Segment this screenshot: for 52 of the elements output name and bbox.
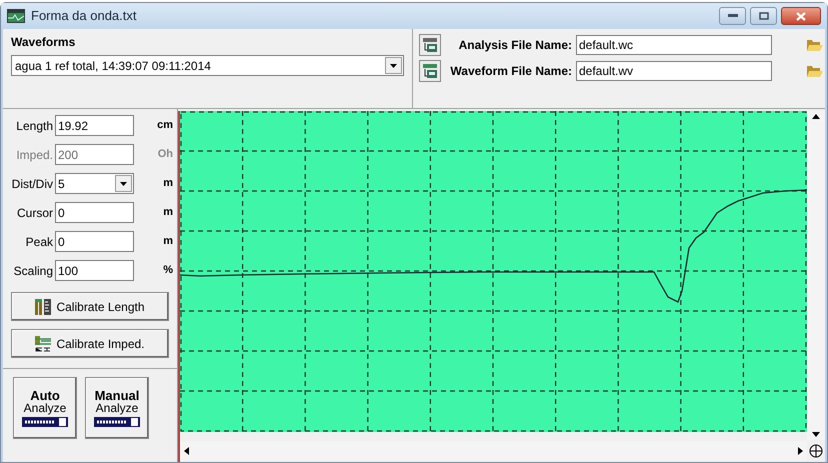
param-dropdown[interactable]: 5 — [55, 173, 134, 194]
unit-label: cm — [156, 118, 173, 134]
file-name-field[interactable]: default.wv — [576, 61, 772, 81]
horizontal-scrollbar[interactable] — [180, 441, 807, 461]
file-name-label: Analysis File Name: — [458, 37, 573, 54]
calibrate-button[interactable]: Calibrate Length — [11, 292, 169, 321]
maximize-icon — [758, 12, 768, 20]
display-icon — [94, 417, 140, 427]
scroll-down-icon[interactable] — [812, 432, 820, 437]
param-label: Scaling — [12, 262, 54, 280]
file-name-label: Waveform File Name: — [449, 63, 573, 80]
param-label: Peak — [24, 234, 54, 250]
unit-label: m — [162, 205, 173, 220]
app-icon — [7, 9, 25, 23]
crosshair-icon[interactable] — [809, 444, 823, 458]
folder-icon[interactable] — [807, 64, 823, 78]
close-icon — [796, 12, 806, 20]
dropdown-arrow-icon — [390, 64, 397, 68]
save-button[interactable] — [419, 34, 441, 56]
window-title: Forma da onda.txt — [31, 7, 136, 26]
scroll-right-icon[interactable] — [798, 447, 803, 455]
calibrate-button[interactable]: Calibrate Imped. — [11, 329, 169, 358]
param-field[interactable]: 0 — [55, 202, 134, 223]
waveforms-label: Waveforms — [11, 34, 76, 51]
scroll-up-icon[interactable] — [812, 114, 820, 119]
file-name-field[interactable]: default.wc — [576, 35, 772, 55]
param-field[interactable]: 19.92 — [55, 115, 134, 136]
folder-icon[interactable] — [807, 38, 823, 52]
param-label: Dist/Div — [10, 176, 54, 192]
minimize-button[interactable] — [719, 7, 746, 25]
save-button[interactable] — [419, 60, 441, 82]
unit-label: m — [162, 234, 173, 250]
impedance-icon — [35, 336, 52, 352]
unit-label: Oh — [156, 147, 173, 162]
ruler-icon — [35, 298, 52, 314]
unit-label: m — [162, 176, 173, 192]
maximize-button[interactable] — [750, 7, 777, 25]
scroll-left-icon[interactable] — [184, 447, 189, 455]
analyze-button[interactable]: Manual Analyze — [85, 377, 149, 439]
param-field[interactable]: 100 — [55, 260, 134, 281]
vertical-scrollbar[interactable] — [807, 111, 825, 440]
unit-label: % — [162, 263, 173, 278]
close-button[interactable] — [781, 7, 821, 25]
analyze-button[interactable]: Auto Analyze — [13, 377, 77, 439]
display-icon — [22, 417, 68, 427]
minimize-icon — [728, 14, 738, 18]
waveform-dropdown[interactable]: agua 1 ref total, 14:39:07 09:11:2014 — [11, 55, 404, 76]
param-label: Length — [15, 118, 54, 134]
param-field[interactable]: 0 — [55, 231, 134, 252]
dropdown-arrow-icon — [120, 182, 127, 186]
param-label: Cursor — [16, 204, 54, 222]
param-label: Imped. — [15, 146, 54, 164]
